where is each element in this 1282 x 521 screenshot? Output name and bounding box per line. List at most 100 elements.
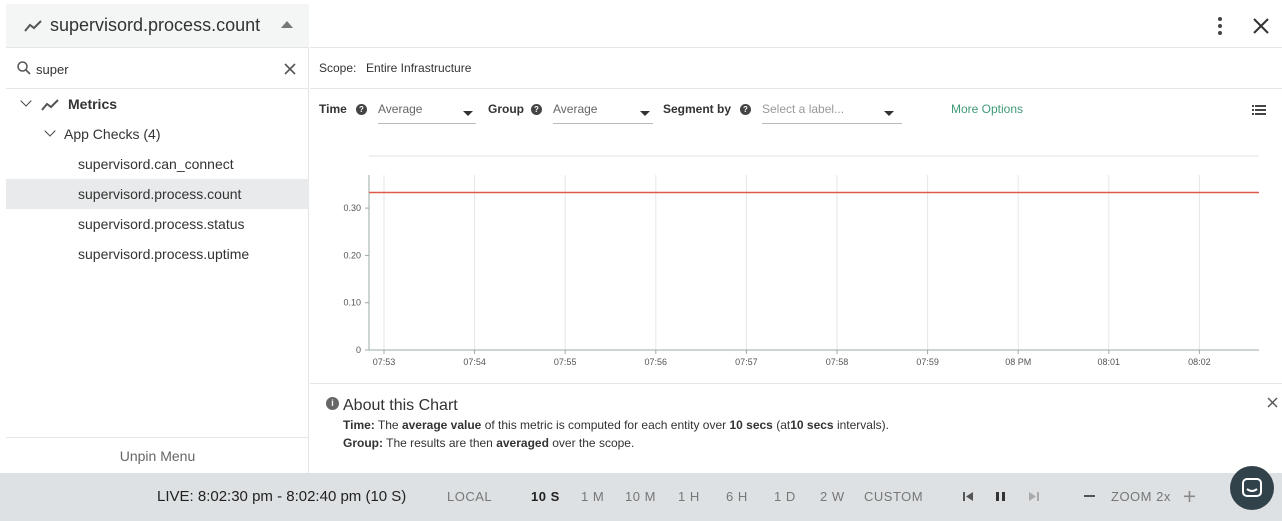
x-tick-label: 07:54: [463, 357, 486, 367]
live-time-range: LIVE: 8:02:30 pm - 8:02:40 pm (10 S): [157, 488, 407, 505]
metric-browser-panel: supervisord.process.count Metrics: [6, 4, 309, 473]
close-icon[interactable]: [1252, 17, 1270, 35]
tree-node-metrics[interactable]: Metrics: [6, 89, 309, 119]
range-1d[interactable]: 1 D: [774, 489, 796, 504]
x-tick-label: 07:53: [373, 357, 396, 367]
about-bold: 10 secs: [790, 418, 834, 432]
x-tick-label: 07:55: [554, 357, 577, 367]
about-chart-panel: i About this Chart Time: The average val…: [310, 383, 1282, 473]
tree-item-metric-selected[interactable]: supervisord.process.count: [6, 179, 309, 209]
dropdown-arrow-icon: [884, 111, 894, 116]
pause-icon[interactable]: [995, 491, 1006, 502]
line-chart-icon: [41, 99, 59, 111]
tree-item-metric[interactable]: supervisord.process.uptime: [6, 239, 309, 269]
x-tick-label: 07:58: [826, 357, 849, 367]
x-tick-label: 08:02: [1188, 357, 1211, 367]
about-text: (at: [776, 418, 791, 432]
tree-item-metric[interactable]: supervisord.can_connect: [6, 149, 309, 179]
metric-name: supervisord.process.uptime: [78, 246, 250, 262]
select-placeholder: Select a label...: [762, 102, 845, 116]
about-bold: average value: [401, 418, 482, 432]
panel-title: supervisord.process.count: [50, 15, 261, 35]
metric-line-chart[interactable]: 0 0.10 0.20 0.30 07:53 07:54 07:55 07:56 07:57 07…: [310, 135, 1282, 380]
tree-label-app-checks: App Checks (4): [64, 126, 161, 142]
y-tick-label: 0.20: [343, 250, 361, 260]
y-tick-label: 0.30: [343, 203, 361, 213]
dropdown-arrow-icon: [640, 111, 650, 116]
range-1m[interactable]: 1 M: [581, 489, 604, 504]
range-custom[interactable]: CUSTOM: [864, 489, 923, 504]
range-6h[interactable]: 6 H: [726, 489, 748, 504]
help-icon[interactable]: ?: [356, 104, 367, 115]
chat-support-button[interactable]: [1230, 466, 1274, 510]
zoom-out-icon[interactable]: [1084, 495, 1095, 498]
line-chart-icon: [24, 20, 42, 32]
x-tick-label: 08 PM: [1005, 357, 1031, 367]
about-text: The: [377, 418, 399, 432]
skip-forward-icon[interactable]: [1028, 491, 1039, 502]
group-label: Group: [488, 102, 524, 116]
more-vert-icon[interactable]: [1217, 17, 1223, 35]
panel-header[interactable]: supervisord.process.count: [6, 4, 309, 48]
tree-label-metrics: Metrics: [68, 96, 118, 112]
about-time-description: Time: The average value of this metric i…: [343, 418, 889, 432]
segment-select[interactable]: Select a label...: [762, 98, 902, 124]
x-tick-label: 08:01: [1098, 357, 1121, 367]
zoom-in-icon[interactable]: [1184, 491, 1195, 502]
range-10m[interactable]: 10 M: [625, 489, 656, 504]
info-icon: i: [326, 397, 339, 410]
help-icon[interactable]: ?: [531, 104, 542, 115]
y-tick-label: 0: [356, 345, 361, 355]
collapse-caret-icon[interactable]: [281, 21, 293, 28]
skip-back-icon[interactable]: [963, 491, 974, 502]
range-2w[interactable]: 2 W: [820, 489, 845, 504]
about-group-description: Group: The results are then averaged ove…: [343, 436, 634, 450]
about-bold: 10 secs: [729, 418, 773, 432]
dropdown-arrow-icon: [463, 111, 473, 116]
legend-list-icon[interactable]: [1252, 105, 1266, 115]
about-time-label: Time:: [343, 418, 375, 432]
help-icon[interactable]: ?: [740, 104, 751, 115]
metric-search: [6, 49, 309, 89]
scope-label: Scope:: [319, 61, 357, 75]
about-bold: averaged: [496, 436, 549, 450]
x-tick-label: 07:56: [645, 357, 668, 367]
clear-search-icon[interactable]: [283, 62, 297, 76]
group-aggregation-select[interactable]: Average: [553, 98, 653, 124]
close-about-icon[interactable]: [1267, 397, 1278, 408]
more-options-link[interactable]: More Options: [951, 102, 1023, 116]
chart-header: [310, 4, 1282, 48]
tree-item-metric[interactable]: supervisord.process.status: [6, 209, 309, 239]
scope-bar[interactable]: Scope: Entire Infrastructure: [310, 49, 1282, 89]
zoom-level: ZOOM 2x: [1111, 489, 1171, 504]
scope-value[interactable]: Entire Infrastructure: [366, 61, 471, 75]
time-aggregation-select[interactable]: Average: [378, 98, 476, 124]
metric-name: supervisord.process.count: [78, 186, 242, 202]
about-text: intervals).: [836, 418, 889, 432]
about-text: of this metric is computed for each enti…: [484, 418, 727, 432]
about-title: About this Chart: [343, 397, 458, 414]
chat-icon: [1242, 478, 1262, 497]
select-value: Average: [378, 102, 423, 116]
search-input[interactable]: [36, 59, 276, 79]
x-tick-label: 07:59: [916, 357, 939, 367]
timezone-toggle[interactable]: LOCAL: [447, 489, 492, 504]
search-icon: [17, 61, 31, 75]
y-tick-label: 0.10: [343, 298, 361, 308]
segment-label: Segment by: [663, 102, 732, 116]
range-1h[interactable]: 1 H: [678, 489, 700, 504]
chevron-down-icon[interactable]: [44, 125, 56, 137]
metric-name: supervisord.can_connect: [78, 156, 234, 172]
select-value: Average: [553, 102, 598, 116]
app-root: supervisord.process.count Metrics: [0, 0, 1282, 521]
time-label: Time: [319, 102, 347, 116]
about-group-label: Group:: [343, 436, 383, 450]
tree-node-app-checks[interactable]: App Checks (4): [6, 119, 309, 149]
chevron-down-icon[interactable]: [20, 95, 32, 107]
time-navigation-bar: LIVE: 8:02:30 pm - 8:02:40 pm (10 S) LOC…: [0, 466, 1282, 521]
metric-name: supervisord.process.status: [78, 216, 245, 232]
unpin-menu-button[interactable]: Unpin Menu: [6, 437, 309, 473]
x-tick-label: 07:57: [735, 357, 758, 367]
range-10s[interactable]: 10 S: [531, 489, 560, 504]
about-text: The results are then: [386, 436, 493, 450]
